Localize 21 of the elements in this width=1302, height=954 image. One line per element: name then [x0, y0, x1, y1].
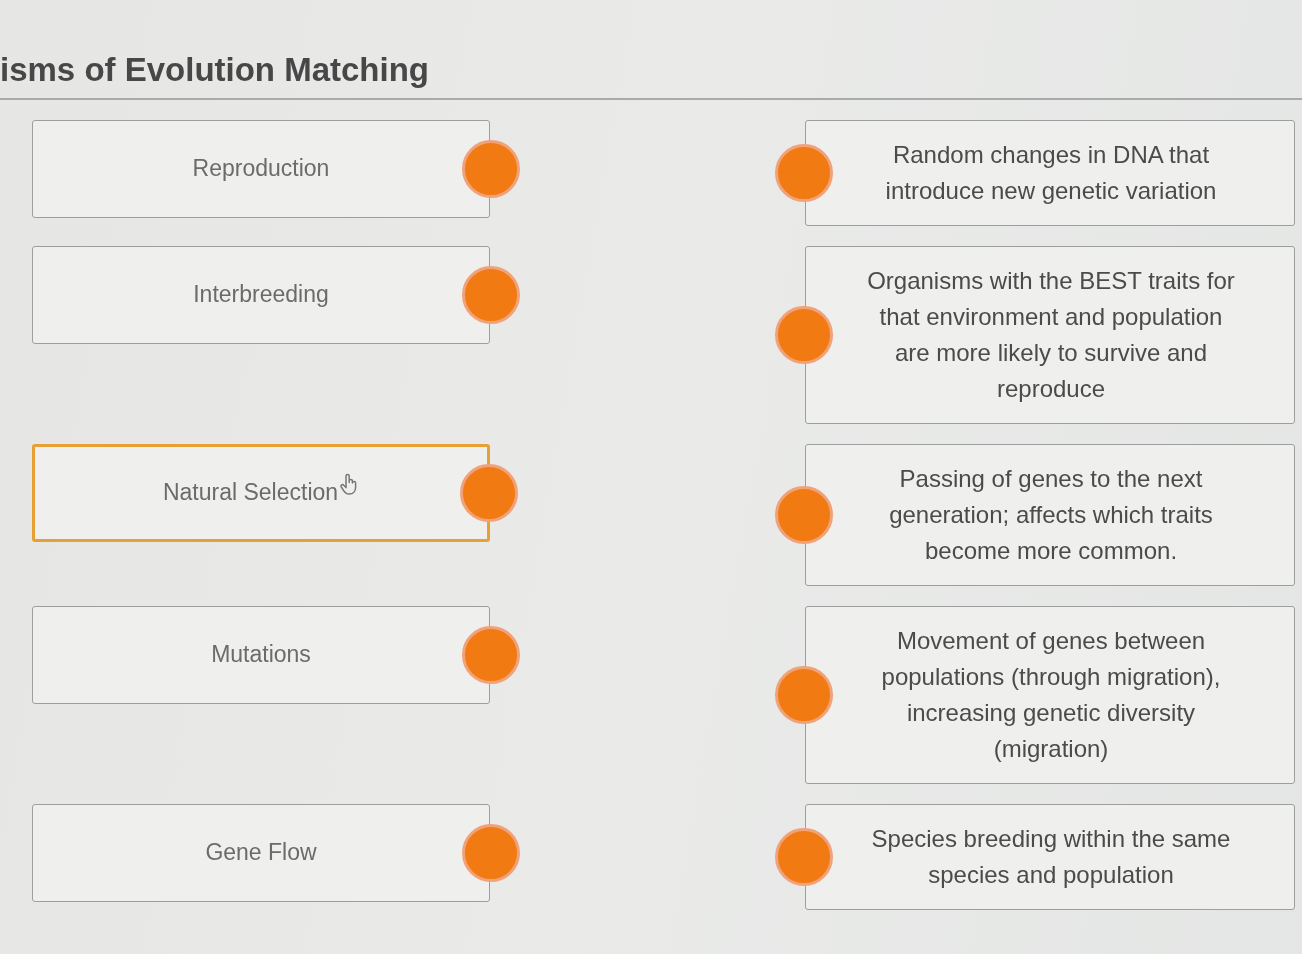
definition-text: Random changes in DNA that introduce new genetic variation [884, 139, 1218, 206]
term-label: Natural Selection [162, 479, 339, 507]
connector-dot-icon[interactable] [775, 143, 833, 202]
connector-dot-icon[interactable] [462, 139, 520, 198]
connector-dot-icon[interactable] [775, 305, 833, 364]
definition-text: Passing of genes to the next generation; affects which traits become more common. [888, 463, 1214, 566]
definition-text: Organisms with the BEST traits for that environment and population are more likely to survive and reproduce [866, 265, 1236, 404]
term-label: Gene Flow [205, 839, 317, 867]
connector-dot-icon[interactable] [460, 463, 518, 522]
connector-dot-icon[interactable] [775, 827, 833, 886]
connector-dot-icon[interactable] [462, 823, 520, 882]
connector-dot-icon[interactable] [775, 665, 833, 724]
term-label: Interbreeding [193, 281, 329, 309]
connector-dot-icon[interactable] [462, 265, 520, 324]
page-title: isms of Evolution Matching [0, 50, 430, 90]
definition-text: Movement of genes between populations (through migration), increasing genetic diversity (migration) [880, 625, 1222, 764]
definition-text: Species breeding within the same species and population [870, 823, 1232, 890]
connector-dot-icon[interactable] [462, 625, 520, 684]
connector-dot-icon[interactable] [775, 485, 833, 544]
term-label: Mutations [211, 641, 311, 669]
term-label: Reproduction [192, 155, 330, 183]
